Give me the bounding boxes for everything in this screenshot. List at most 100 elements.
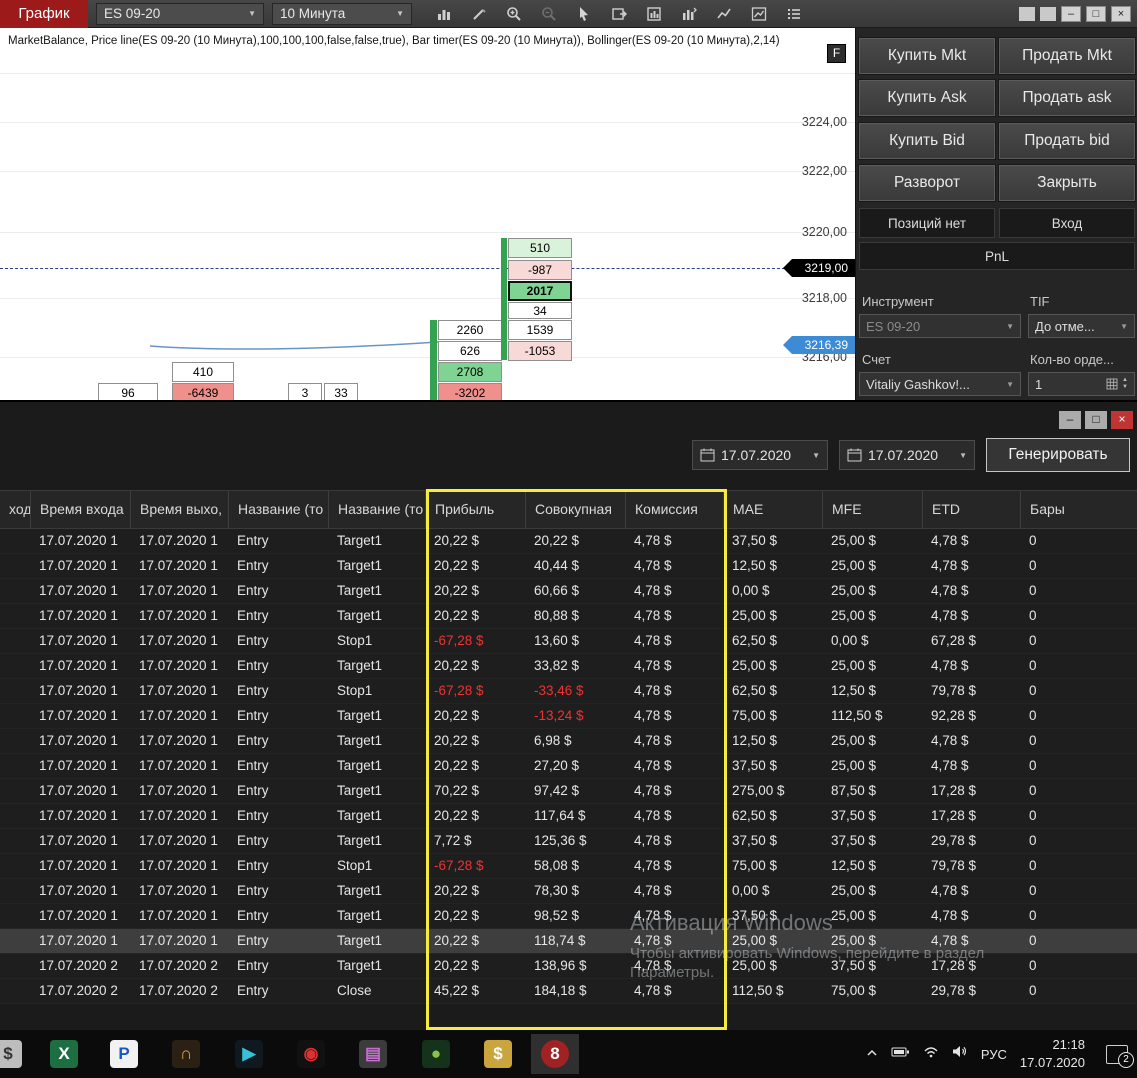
tray-expand-icon[interactable]	[866, 1045, 878, 1063]
maximize-button[interactable]: □	[1086, 5, 1106, 22]
table-row[interactable]: 17.07.2020 1 17.07.2020 1 Entry Target1 20,2…	[0, 729, 1137, 754]
chart-frame-icon[interactable]	[749, 4, 769, 24]
table-row[interactable]: 17.07.2020 2 17.07.2020 2 Entry Close 45,22 …	[0, 979, 1137, 1004]
table-row[interactable]: 17.07.2020 1 17.07.2020 1 Entry Target1 20,2…	[0, 704, 1137, 729]
buy-bid-button[interactable]: Купить Bid	[858, 122, 996, 160]
buy-ask-button[interactable]: Купить Ask	[858, 79, 996, 117]
language-indicator[interactable]: РУС	[981, 1047, 1007, 1062]
table-row[interactable]: 17.07.2020 1 17.07.2020 1 Entry Target1 20,2…	[0, 929, 1137, 954]
layout-square-icon[interactable]	[1040, 6, 1056, 21]
taskbar-app-dollar[interactable]: $	[474, 1034, 522, 1074]
table-cell: 25,00 $	[831, 733, 877, 748]
table-row[interactable]: 17.07.2020 1 17.07.2020 1 Entry Target1 20,2…	[0, 529, 1137, 554]
reverse-button[interactable]: Разворот	[858, 164, 996, 202]
tif-dropdown[interactable]: До отме... ▼	[1028, 314, 1135, 338]
table-row[interactable]: 17.07.2020 1 17.07.2020 1 Entry Target1 20,2…	[0, 754, 1137, 779]
cursor-icon[interactable]	[574, 4, 594, 24]
taskbar-app-atas[interactable]: 8	[531, 1034, 579, 1074]
table-row[interactable]: 17.07.2020 1 17.07.2020 1 Entry Stop1 -67,28…	[0, 854, 1137, 879]
taskbar-app-r-trader[interactable]: Р	[100, 1034, 148, 1074]
timeframe-select[interactable]: 10 Минута ▼	[272, 2, 412, 25]
column-header[interactable]: Комиссия	[625, 491, 723, 528]
table-cell: 4,78 $	[634, 583, 672, 598]
column-header[interactable]: Название (то	[228, 491, 328, 528]
chart-tab[interactable]: График	[0, 0, 88, 28]
table-row[interactable]: 17.07.2020 1 17.07.2020 1 Entry Target1 20,2…	[0, 904, 1137, 929]
date-from-picker[interactable]: 17.07.2020 ▼	[692, 440, 828, 470]
chart-window-icon[interactable]	[644, 4, 664, 24]
taskbar-app-record[interactable]: ◉	[287, 1034, 335, 1074]
clock[interactable]: 21:18 17.07.2020	[1020, 1036, 1085, 1071]
list-icon[interactable]	[784, 4, 804, 24]
taskbar-app-winrar[interactable]: ▤	[349, 1034, 397, 1074]
sell-bid-button[interactable]: Продать bid	[998, 122, 1136, 160]
sell-mkt-button[interactable]: Продать Mkt	[998, 37, 1136, 75]
zoom-in-icon[interactable]	[504, 4, 524, 24]
volume-chart-icon[interactable]	[679, 4, 699, 24]
column-header[interactable]: Бары	[1020, 491, 1137, 528]
sell-ask-button[interactable]: Продать ask	[998, 79, 1136, 117]
report-minimize-button[interactable]: –	[1059, 411, 1081, 429]
table-cell: 62,50 $	[732, 808, 778, 823]
table-cell: 17.07.2020 1	[39, 533, 118, 548]
close-position-button[interactable]: Закрыть	[998, 164, 1136, 202]
entry-tab[interactable]: Вход	[999, 208, 1135, 238]
table-row[interactable]: 17.07.2020 2 17.07.2020 2 Entry Target1 20,2…	[0, 954, 1137, 979]
taskbar-app-bird-app[interactable]: ▶	[225, 1034, 273, 1074]
column-header[interactable]: хода	[0, 491, 30, 528]
chart-canvas[interactable]: MarketBalance, Price line(ES 09-20 (10 М…	[0, 28, 855, 400]
taskbar-app-excel[interactable]: X	[40, 1034, 88, 1074]
table-row[interactable]: 17.07.2020 1 17.07.2020 1 Entry Target1 7,72…	[0, 829, 1137, 854]
table-row[interactable]: 17.07.2020 1 17.07.2020 1 Entry Target1 70,2…	[0, 779, 1137, 804]
wifi-icon[interactable]	[923, 1045, 939, 1063]
report-close-button[interactable]: ×	[1111, 411, 1133, 429]
generate-button[interactable]: Генерировать	[986, 438, 1130, 472]
close-button[interactable]: ×	[1111, 5, 1131, 22]
quantity-stepper[interactable]: 1 ▲ ▼	[1028, 372, 1135, 396]
table-row[interactable]: 17.07.2020 1 17.07.2020 1 Entry Target1 20,2…	[0, 579, 1137, 604]
column-header[interactable]: MFE	[822, 491, 922, 528]
column-header[interactable]: Прибыль	[425, 491, 525, 528]
speaker-icon[interactable]	[952, 1045, 968, 1063]
notifications-icon[interactable]: 2	[1106, 1044, 1134, 1068]
table-row[interactable]: 17.07.2020 1 17.07.2020 1 Entry Target1 20,2…	[0, 604, 1137, 629]
pnl-tab[interactable]: PnL	[859, 242, 1135, 270]
drawing-tools-icon[interactable]	[469, 4, 489, 24]
instrument-dropdown[interactable]: ES 09-20 ▼	[859, 314, 1021, 338]
column-header[interactable]: Название (то	[328, 491, 425, 528]
line-chart-icon[interactable]	[714, 4, 734, 24]
taskbar-app-clipped-app[interactable]: $	[0, 1034, 32, 1074]
table-cell: 4,78 $	[634, 683, 672, 698]
column-header[interactable]: ETD	[922, 491, 1020, 528]
table-row[interactable]: 17.07.2020 1 17.07.2020 1 Entry Target1 20,2…	[0, 879, 1137, 904]
minimize-button[interactable]: –	[1061, 5, 1081, 22]
table-cell	[0, 954, 30, 978]
table-cell	[0, 804, 30, 828]
filter-button[interactable]: F	[827, 44, 846, 63]
date-to-picker[interactable]: 17.07.2020 ▼	[839, 440, 975, 470]
table-row[interactable]: 17.07.2020 1 17.07.2020 1 Entry Target1 20,2…	[0, 654, 1137, 679]
export-chart-icon[interactable]	[609, 4, 629, 24]
bar-chart-icon[interactable]	[434, 4, 454, 24]
layout-square-icon[interactable]	[1019, 6, 1035, 21]
column-header[interactable]: Совокупная	[525, 491, 625, 528]
table-row[interactable]: 17.07.2020 1 17.07.2020 1 Entry Stop1 -67,28…	[0, 629, 1137, 654]
current-price-line	[0, 268, 800, 269]
table-row[interactable]: 17.07.2020 1 17.07.2020 1 Entry Target1 20,2…	[0, 804, 1137, 829]
instrument-select[interactable]: ES 09-20 ▼	[96, 2, 264, 25]
battery-icon[interactable]	[891, 1045, 910, 1064]
column-header[interactable]: Время входа	[30, 491, 130, 528]
taskbar-app-mql[interactable]: ∩	[162, 1034, 210, 1074]
table-row[interactable]: 17.07.2020 1 17.07.2020 1 Entry Stop1 -67,28…	[0, 679, 1137, 704]
stepper-arrows-icon[interactable]: ▲ ▼	[1122, 377, 1128, 390]
report-maximize-button[interactable]: □	[1085, 411, 1107, 429]
table-cell: 37,50 $	[732, 533, 778, 548]
table-row[interactable]: 17.07.2020 1 17.07.2020 1 Entry Target1 20,2…	[0, 554, 1137, 579]
buy-mkt-button[interactable]: Купить Mkt	[858, 37, 996, 75]
zoom-out-icon[interactable]	[539, 4, 559, 24]
taskbar-app-sphere[interactable]: ●	[412, 1034, 460, 1074]
table-cell: 25,00 $	[831, 533, 877, 548]
account-dropdown[interactable]: Vitaliy Gashkov!... ▼	[859, 372, 1021, 396]
column-header[interactable]: Время выхо,	[130, 491, 228, 528]
column-header[interactable]: MAE	[723, 491, 822, 528]
